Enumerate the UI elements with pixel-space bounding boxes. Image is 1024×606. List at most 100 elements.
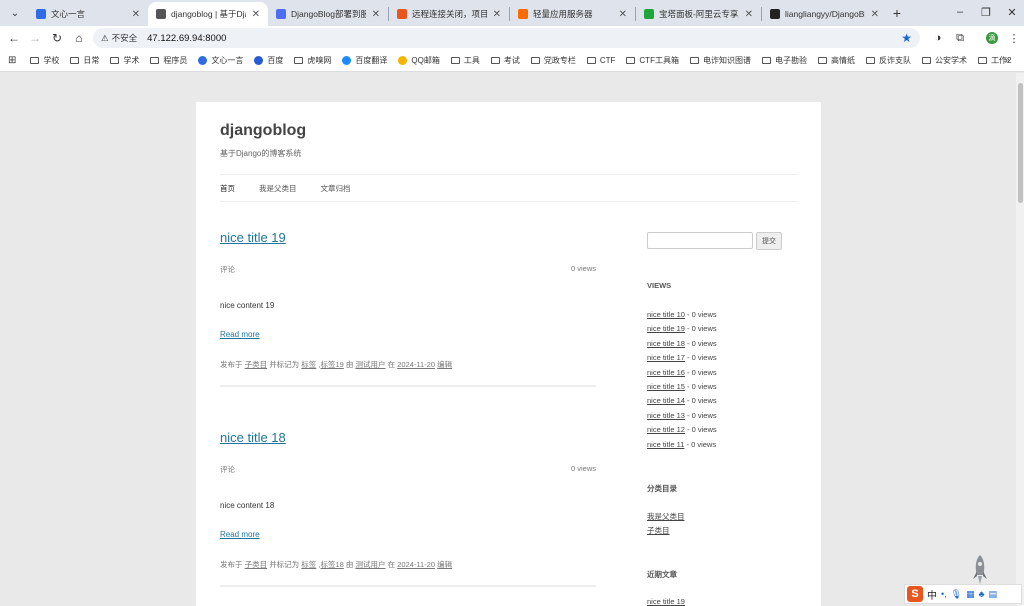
security-indicator[interactable]: ⚠ 不安全 <box>101 32 137 44</box>
read-more-link[interactable]: Read more <box>220 330 260 339</box>
tab-close-icon[interactable]: ✕ <box>252 9 260 20</box>
category-link[interactable]: 我是父类目 <box>647 512 685 521</box>
punctuation-icon[interactable]: •, <box>941 589 947 599</box>
tab-close-icon[interactable]: ✕ <box>745 9 753 20</box>
bookmark-item[interactable]: CTF工具箱 <box>626 55 679 66</box>
bookmark-item[interactable]: 虎嗅网 <box>294 55 331 66</box>
bookmark-item[interactable]: CTF <box>586 56 615 65</box>
restore-icon[interactable]: ❐ <box>972 0 1000 24</box>
views-post-link[interactable]: nice title 11 <box>647 440 684 449</box>
nav-archive[interactable]: 文章归档 <box>321 183 351 194</box>
browser-tab[interactable]: liangliangyy/DjangoBlo ✕ <box>762 2 887 26</box>
bookmark-item[interactable]: 考试 <box>490 55 520 66</box>
tab-close-icon[interactable]: ✕ <box>619 9 627 20</box>
close-window-icon[interactable]: ✕ <box>998 0 1024 24</box>
new-tab-button[interactable]: + <box>887 2 907 24</box>
browser-tab[interactable]: DjangoBlog部署到服务器 ✕ <box>268 2 388 26</box>
bookmark-item[interactable]: 程序员 <box>150 55 187 66</box>
tab-close-icon[interactable]: ✕ <box>871 9 879 20</box>
site-title[interactable]: djangoblog <box>220 122 306 140</box>
bookmark-item[interactable]: 百度 <box>254 55 283 66</box>
scrollbar-thumb[interactable] <box>1018 83 1023 203</box>
reload-icon[interactable]: ↻ <box>46 27 68 49</box>
edit-link[interactable]: 编辑 <box>437 560 452 569</box>
views-post-link[interactable]: nice title 15 <box>647 382 685 391</box>
more-menu-icon[interactable]: ⋮ <box>1004 28 1024 48</box>
tag-link[interactable]: 标签19 <box>320 360 343 369</box>
category-link[interactable]: 子类目 <box>245 560 268 569</box>
toolbox-icon[interactable]: ▤ <box>989 589 998 600</box>
search-submit-button[interactable]: 提交 <box>756 232 782 250</box>
bookmark-item[interactable]: 反诈支队 <box>865 55 911 66</box>
extensions-puzzle-icon[interactable]: ⧉ <box>950 28 970 48</box>
back-icon[interactable]: ← <box>3 27 25 49</box>
profile-avatar[interactable]: 滴 <box>982 28 1002 48</box>
tag-link[interactable]: 标签18 <box>320 560 343 569</box>
post-comments[interactable]: 评论 <box>220 264 235 275</box>
views-post-link[interactable]: nice title 14 <box>647 396 685 405</box>
tag-link[interactable]: 标签 <box>301 360 316 369</box>
nav-parent-category[interactable]: 我是父类目 <box>259 183 297 194</box>
read-more-link[interactable]: Read more <box>220 530 260 539</box>
edit-link[interactable]: 编辑 <box>437 360 452 369</box>
extension-icon[interactable]: ◑ <box>928 28 948 48</box>
views-post-link[interactable]: nice title 16 <box>647 368 685 377</box>
page-scrollbar[interactable] <box>1016 73 1024 606</box>
category-link[interactable]: 子类目 <box>647 526 670 535</box>
views-post-link[interactable]: nice title 17 <box>647 353 685 362</box>
microphone-icon[interactable]: 🎙 <box>951 589 962 600</box>
date-link[interactable]: 2024-11-20 <box>397 360 435 369</box>
author-link[interactable]: 测试用户 <box>356 360 386 369</box>
recent-post-link[interactable]: nice title 19 <box>647 597 685 606</box>
bookmark-item[interactable]: 高情纸 <box>817 55 855 66</box>
bookmark-item[interactable]: QQ邮箱 <box>398 55 440 66</box>
bookmark-item[interactable]: 学术 <box>110 55 139 66</box>
date-link[interactable]: 2024-11-20 <box>397 560 435 569</box>
home-icon[interactable]: ⌂ <box>68 27 90 49</box>
nav-home[interactable]: 首页 <box>220 183 235 194</box>
bookmark-star-icon[interactable]: ★ <box>901 31 912 45</box>
tab-close-icon[interactable]: ✕ <box>372 9 380 20</box>
ime-language[interactable]: 中 <box>927 587 937 602</box>
bookmark-item[interactable]: 电诈知识图谱 <box>689 55 751 66</box>
tab-search-chevron-icon[interactable]: ⌄ <box>4 2 26 24</box>
bookmarks-more-icon[interactable]: » <box>1004 55 1010 66</box>
skin-icon[interactable]: ♣ <box>979 589 985 599</box>
search-input[interactable] <box>647 232 753 249</box>
back-to-top-rocket-icon[interactable] <box>972 555 988 585</box>
category-link[interactable]: 子类目 <box>245 360 268 369</box>
bookmark-item[interactable]: 电子勘验 <box>761 55 807 66</box>
views-post-link[interactable]: nice title 12 <box>647 425 685 434</box>
bookmark-item[interactable]: 公安学术 <box>921 55 967 66</box>
browser-tab[interactable]: 远程连接关闭，项目就停 ✕ <box>389 2 509 26</box>
bookmark-item[interactable]: 日常 <box>70 55 99 66</box>
browser-tab[interactable]: 宝塔面板-阿里云专享版 ✕ <box>636 2 761 26</box>
views-post-link[interactable]: nice title 18 <box>647 339 685 348</box>
bookmark-item[interactable]: 百度翻译 <box>342 55 387 66</box>
post-title[interactable]: nice title 19 <box>220 230 596 245</box>
browser-tab[interactable]: djangoblog | 基于Djang ✕ <box>148 2 268 26</box>
tab-close-icon[interactable]: ✕ <box>493 9 501 20</box>
tab-close-icon[interactable]: ✕ <box>132 9 140 20</box>
bookmark-item[interactable]: 党政专栏 <box>530 55 576 66</box>
url-text[interactable]: 47.122.69.94:8000 <box>147 33 226 44</box>
address-bar[interactable]: ⚠ 不安全 47.122.69.94:8000 ★ <box>93 28 920 48</box>
views-post-link[interactable]: nice title 10 <box>647 310 685 319</box>
keyboard-icon[interactable]: ▦ <box>966 589 975 600</box>
views-post-link[interactable]: nice title 13 <box>647 411 685 420</box>
author-link[interactable]: 测试用户 <box>356 560 386 569</box>
bookmark-item[interactable]: 文心一言 <box>198 55 243 66</box>
ime-logo-icon[interactable]: S <box>907 586 923 602</box>
bookmark-item[interactable]: 工具 <box>450 55 480 66</box>
minimize-icon[interactable]: – <box>946 0 974 24</box>
browser-tab[interactable]: 文心一言 ✕ <box>28 2 148 26</box>
post-title[interactable]: nice title 18 <box>220 430 596 445</box>
views-post-link[interactable]: nice title 19 <box>647 324 685 333</box>
forward-icon[interactable]: → <box>24 27 46 49</box>
tag-link[interactable]: 标签 <box>301 560 316 569</box>
browser-tab[interactable]: 轻量应用服务器 ✕ <box>510 2 635 26</box>
post-comments[interactable]: 评论 <box>220 464 235 475</box>
bookmark-item[interactable]: 学校 <box>30 55 59 66</box>
ime-toolbar[interactable]: S 中 •, 🎙 ▦ ♣ ▤ <box>904 584 1022 604</box>
apps-grid-icon[interactable]: ⊞ <box>8 55 16 66</box>
